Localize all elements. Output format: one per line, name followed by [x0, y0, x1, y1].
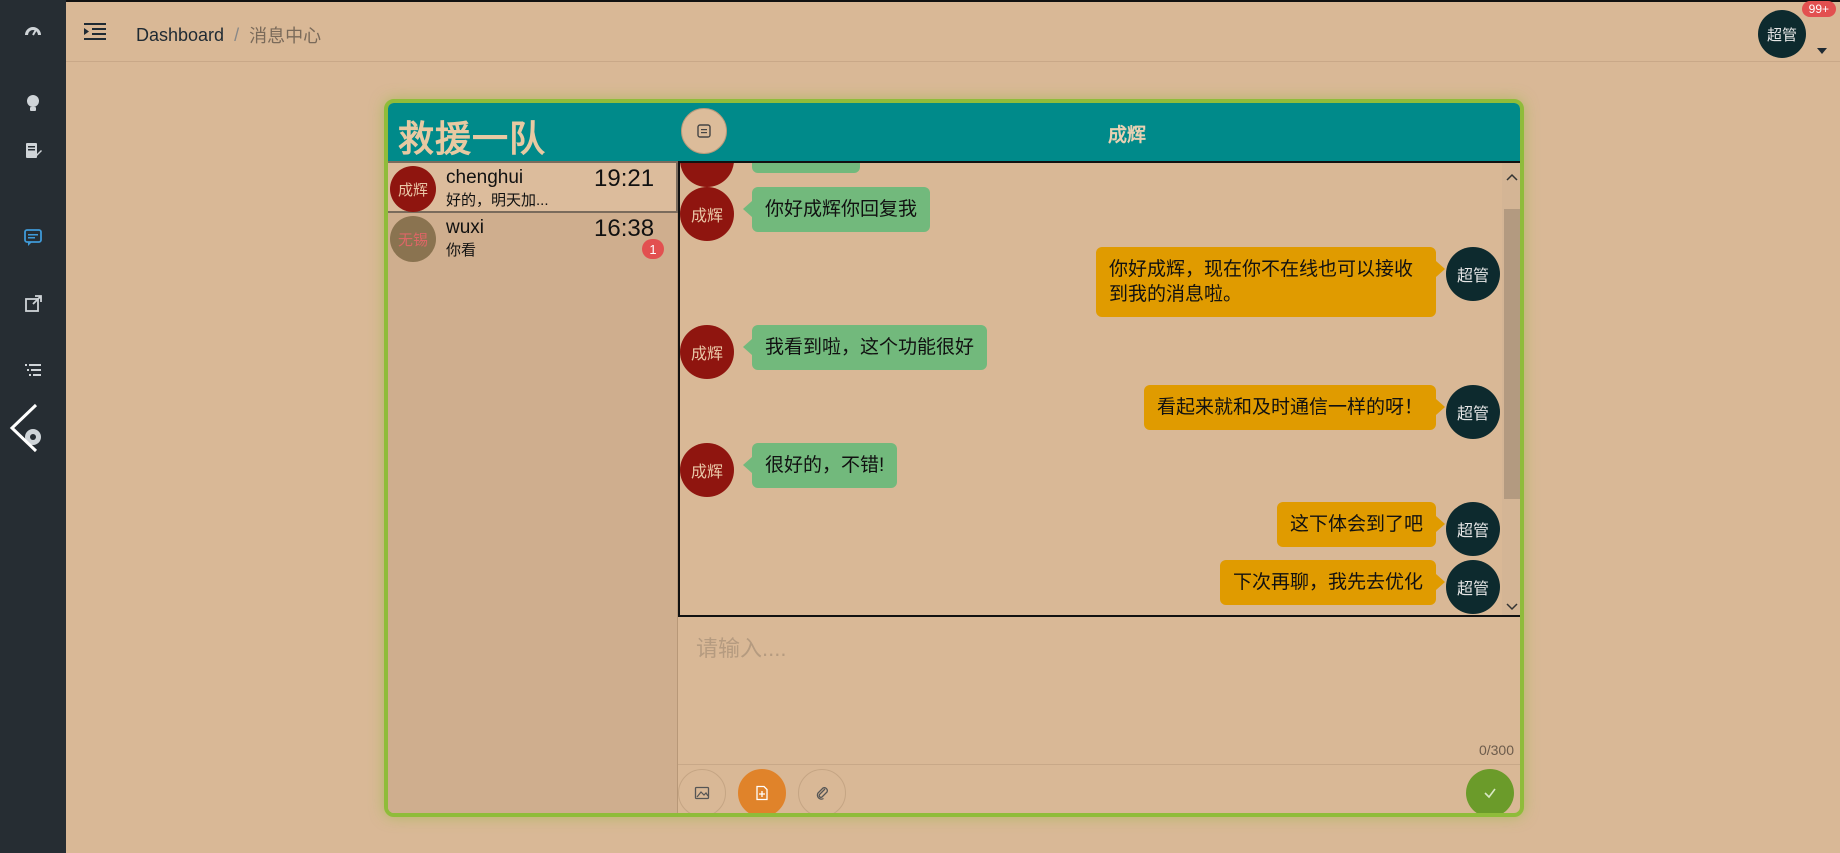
chat-partner-name: 成辉	[1108, 125, 1147, 146]
dashboard-icon[interactable]	[21, 20, 45, 44]
contact-time: 19:21	[594, 165, 655, 192]
scroll-thumb[interactable]	[1504, 209, 1520, 499]
message-bubble: 很好的，不错!	[742, 443, 898, 488]
message-bubble: 下次再聊，我先去优化	[1219, 560, 1446, 605]
lightbulb-icon[interactable]	[21, 91, 45, 115]
breadcrumb-home[interactable]: Dashboard	[136, 25, 224, 46]
image-icon	[694, 786, 710, 800]
unread-badge: 1	[642, 239, 664, 259]
top-header: Dashboard / 消息中心 超管 99+	[66, 0, 1840, 62]
caret-down-icon[interactable]	[1817, 42, 1827, 54]
contact-name: chenghui	[446, 167, 524, 188]
message-toolbar	[678, 764, 1520, 813]
chat-icon[interactable]	[21, 225, 45, 249]
scroll-down-icon[interactable]	[1506, 599, 1518, 611]
message-list: 成辉 你好成辉你回复我 你好成辉，现在你不在线也可以接收到我的消息啦。 超管 成…	[678, 161, 1520, 617]
contact-avatar: 无锡	[390, 216, 436, 262]
message-input[interactable]	[678, 617, 1520, 764]
contact-item-wuxi[interactable]: 无锡 wuxi 你看 16:38 1	[388, 213, 678, 265]
message-bubble	[752, 163, 860, 173]
breadcrumb-separator: /	[234, 24, 240, 45]
char-counter: 0/300	[1478, 742, 1514, 758]
chat-card-header: 救援一队 成辉	[388, 103, 1520, 161]
message-scrollbar[interactable]	[1502, 163, 1520, 615]
message-avatar: 超管	[1446, 385, 1500, 439]
history-button[interactable]	[681, 108, 727, 154]
image-upload-button[interactable]	[678, 769, 726, 813]
list-icon[interactable]	[21, 358, 45, 382]
message-bubble: 我看到啦，这个功能很好	[742, 325, 988, 370]
message-avatar: 超管	[1446, 560, 1500, 614]
collapse-arrow-icon[interactable]	[8, 403, 40, 453]
external-link-icon[interactable]	[21, 292, 45, 316]
team-title: 救援一队	[398, 119, 547, 160]
message-bubble: 你好成辉，现在你不在线也可以接收到我的消息啦。	[1096, 247, 1445, 317]
contact-list: 成辉 chenghui 好的，明天加... 19:21 无锡 wuxi 你看 1…	[388, 161, 678, 813]
file-add-icon	[756, 785, 768, 801]
contact-name: wuxi	[446, 217, 485, 238]
message-avatar	[680, 163, 734, 187]
check-icon	[1484, 788, 1496, 799]
notification-badge: 99+	[1801, 1, 1836, 17]
message-avatar: 成辉	[680, 325, 734, 379]
sidebar	[0, 0, 66, 853]
message-avatar: 超管	[1446, 502, 1500, 556]
chat-card: 救援一队 成辉 成辉 chenghui 好的，明天加... 19:21 无锡 w…	[384, 99, 1524, 817]
contact-item-chenghui[interactable]: 成辉 chenghui 好的，明天加... 19:21	[388, 161, 678, 213]
message-avatar: 成辉	[680, 187, 734, 241]
contact-preview: 好的，明天加...	[446, 192, 549, 209]
send-button[interactable]	[1466, 769, 1514, 813]
contact-avatar: 成辉	[390, 166, 436, 212]
paperclip-icon	[816, 787, 828, 800]
menu-toggle-icon[interactable]	[84, 22, 108, 42]
message-avatar: 成辉	[680, 443, 734, 497]
message-bubble: 你好成辉你回复我	[742, 187, 931, 232]
breadcrumb-current: 消息中心	[249, 26, 322, 46]
edit-doc-icon[interactable]	[21, 139, 45, 163]
user-avatar[interactable]: 超管	[1758, 10, 1806, 58]
message-bubble: 这下体会到了吧	[1276, 502, 1446, 547]
breadcrumb: Dashboard / 消息中心	[136, 22, 321, 48]
contact-time: 16:38	[594, 215, 655, 242]
file-upload-button[interactable]	[738, 769, 786, 813]
attachment-button[interactable]	[798, 769, 846, 813]
message-bubble: 看起来就和及时通信一样的呀！	[1143, 385, 1446, 430]
contact-preview: 你看	[446, 242, 477, 259]
message-input-area: 0/300	[678, 617, 1520, 764]
message-avatar: 超管	[1446, 247, 1500, 301]
scroll-up-icon[interactable]	[1506, 169, 1518, 181]
history-icon	[697, 124, 711, 138]
